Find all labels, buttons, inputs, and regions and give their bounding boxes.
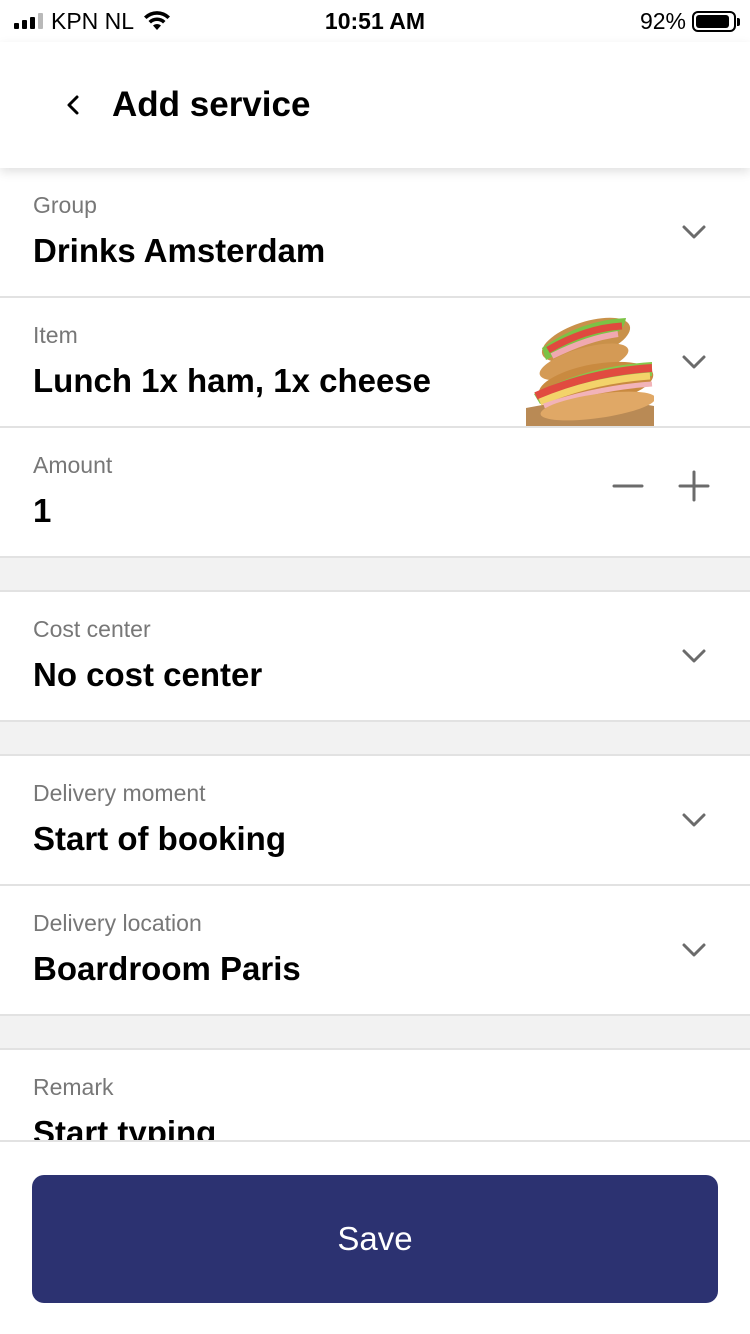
delivery-location-value: Boardroom Paris <box>33 950 301 987</box>
wifi-icon <box>144 11 171 30</box>
chevron-down-icon[interactable] <box>678 216 710 248</box>
section-divider <box>0 722 750 756</box>
amount-label: Amount <box>33 452 113 478</box>
status-right: 92% <box>639 7 740 35</box>
app-header: Add service <box>0 42 750 168</box>
remark-label: Remark <box>33 1074 114 1100</box>
chevron-left-icon <box>67 95 79 115</box>
group-field[interactable]: Group Drinks Amsterdam <box>0 168 750 298</box>
item-field[interactable]: Item Lunch 1x ham, 1x cheese <box>0 298 750 428</box>
cost-center-value: No cost center <box>33 656 263 693</box>
section-divider <box>0 558 750 592</box>
cost-center-label: Cost center <box>33 616 151 642</box>
back-button[interactable] <box>44 75 104 135</box>
battery-fill <box>696 14 730 28</box>
item-label: Item <box>33 322 78 348</box>
group-label: Group <box>33 192 97 218</box>
battery-icon <box>692 10 740 32</box>
remark-field[interactable]: Remark Start typing <box>0 1050 750 1140</box>
chevron-down-icon[interactable] <box>678 804 710 836</box>
chevron-down-icon[interactable] <box>678 640 710 672</box>
page-title: Add service <box>112 85 311 124</box>
minus-icon[interactable] <box>612 470 644 502</box>
chevron-down-icon[interactable] <box>678 934 710 966</box>
status-left: KPN NL <box>14 8 172 35</box>
form-content[interactable]: Group Drinks Amsterdam Item Lunch 1x ham… <box>0 168 750 1140</box>
carrier-name: KPN NL <box>51 7 135 34</box>
delivery-moment-value: Start of booking <box>33 820 286 857</box>
item-value: Lunch 1x ham, 1x cheese <box>33 362 432 399</box>
add-service-screen: KPN NL 10:51 AM 92% Add service Group Dr… <box>0 0 750 1334</box>
plus-icon[interactable] <box>678 470 710 502</box>
delivery-moment-label: Delivery moment <box>33 780 206 806</box>
chevron-down-icon[interactable] <box>678 346 710 378</box>
save-button[interactable]: Save <box>32 1175 718 1303</box>
delivery-moment-field[interactable]: Delivery moment Start of booking <box>0 756 750 886</box>
status-bar: KPN NL 10:51 AM 92% <box>0 0 750 42</box>
delivery-location-label: Delivery location <box>33 910 202 936</box>
battery-percent: 92% <box>639 7 686 34</box>
group-value: Drinks Amsterdam <box>33 232 326 269</box>
cellular-signal-icon <box>14 13 43 29</box>
quantity-stepper <box>612 470 710 502</box>
bottom-bar: Save <box>0 1140 750 1334</box>
amount-field: Amount 1 <box>0 428 750 558</box>
delivery-location-field[interactable]: Delivery location Boardroom Paris <box>0 886 750 1016</box>
cost-center-field[interactable]: Cost center No cost center <box>0 592 750 722</box>
section-divider <box>0 1016 750 1050</box>
sandwich-image <box>526 298 654 426</box>
remark-input[interactable]: Start typing <box>33 1114 216 1140</box>
amount-value: 1 <box>33 492 52 529</box>
